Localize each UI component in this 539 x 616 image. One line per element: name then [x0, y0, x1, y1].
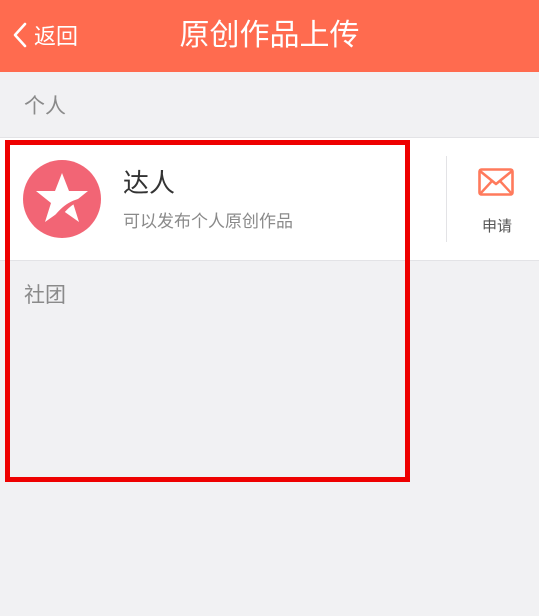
page-title: 原创作品上传 — [179, 18, 360, 53]
apply-label: 申请 — [481, 217, 512, 235]
avatar — [23, 160, 101, 238]
envelope-icon — [478, 168, 514, 196]
star-icon — [36, 173, 88, 222]
divider — [446, 156, 447, 242]
section-personal-label: 个人 — [24, 94, 66, 118]
navigation-bar: 返回 原创作品上传 — [0, 0, 539, 72]
apply-button[interactable]: 申请 — [452, 156, 539, 242]
list-item-expert[interactable]: 达人 可以发布个人原创作品 申请 — [0, 137, 539, 261]
section-club-label: 社团 — [24, 283, 66, 307]
row-title: 达人 — [123, 169, 176, 199]
row-subtitle: 可以发布个人原创作品 — [123, 212, 293, 232]
